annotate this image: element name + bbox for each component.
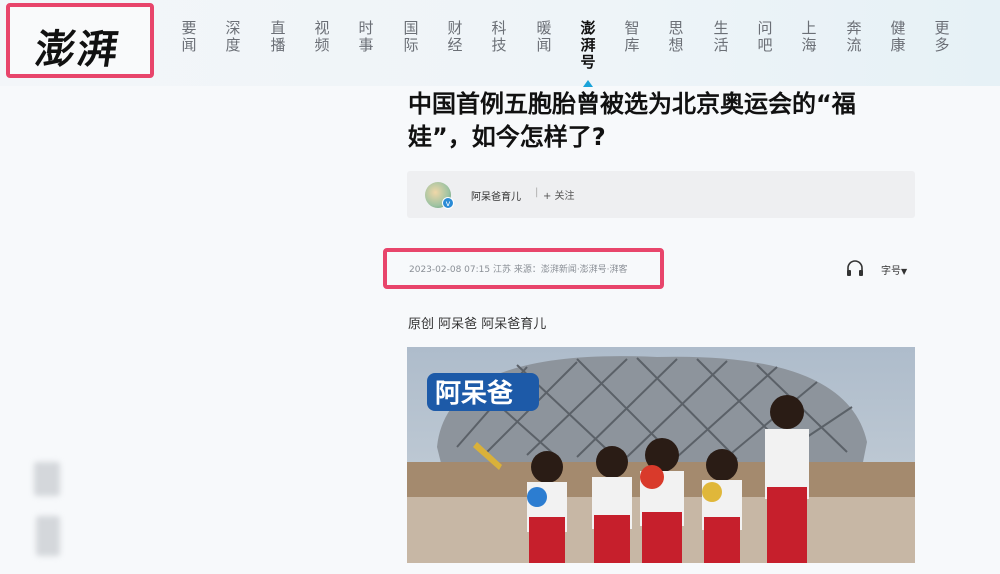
article-title: 中国首例五胞胎曾被选为北京奥运会的“福娃”，如今怎样了? <box>408 90 856 151</box>
author-card: v 阿呆爸育儿 | + 关注 <box>407 171 915 218</box>
article-meta: 2023-02-08 07:15 江苏 来源：澎湃新闻·澎湃号·湃客 <box>409 265 628 275</box>
article-image: 阿呆爸 <box>407 347 915 563</box>
highlight-box-logo: 澎湃 <box>6 3 154 78</box>
nav-item-10[interactable]: 智库 <box>623 20 641 54</box>
nav-item-11[interactable]: 思想 <box>667 20 685 54</box>
active-nav-indicator <box>583 80 593 87</box>
highlight-box-meta: 2023-02-08 07:15 江苏 来源：澎湃新闻·澎湃号·湃客 <box>383 248 664 289</box>
divider: | <box>535 187 539 198</box>
font-size-label: 字号 <box>881 266 901 277</box>
stadium-photo: 阿呆爸 <box>407 347 915 563</box>
nav-item-3[interactable]: 视频 <box>313 20 331 54</box>
font-size-selector[interactable]: 字号▼ <box>881 262 907 277</box>
nav-item-0[interactable]: 要闻 <box>180 20 198 54</box>
nav-item-12[interactable]: 生活 <box>712 20 730 54</box>
blurred-side-widget <box>32 456 68 574</box>
nav-item-8[interactable]: 暖闻 <box>535 20 553 54</box>
nav-item-6[interactable]: 财经 <box>446 20 464 54</box>
image-caption-text: 阿呆爸 <box>435 379 513 409</box>
follow-button[interactable]: + 关注 <box>543 187 575 202</box>
top-navigation-bar: 澎湃 要闻 深度 直播 视频 时事 国际 财经 科技 暖闻 澎湃号 智库 思想 生活 问吧 上海 奔流 健康 更多 <box>0 0 1000 87</box>
nav-item-15[interactable]: 奔流 <box>845 20 863 54</box>
nav-item-17[interactable]: 更多 <box>933 20 951 54</box>
verified-icon: v <box>442 197 454 209</box>
nav-item-7[interactable]: 科技 <box>490 20 508 54</box>
nav-item-14[interactable]: 上海 <box>800 20 818 54</box>
nav-item-5[interactable]: 国际 <box>402 20 420 54</box>
nav-item-2[interactable]: 直播 <box>269 20 287 54</box>
site-logo[interactable]: 澎湃 <box>32 17 124 75</box>
nav-item-9[interactable]: 澎湃号 <box>579 20 597 71</box>
article-origin-line: 原创 阿呆爸 阿呆爸育儿 <box>408 317 547 332</box>
nav-item-13[interactable]: 问吧 <box>756 20 774 54</box>
headphones-icon[interactable] <box>845 258 865 278</box>
nav-item-16[interactable]: 健康 <box>889 20 907 54</box>
author-name[interactable]: 阿呆爸育儿 <box>471 188 521 203</box>
nav-item-1[interactable]: 深度 <box>224 20 242 54</box>
caret-down-icon: ▼ <box>901 267 908 276</box>
nav-item-4[interactable]: 时事 <box>357 20 375 54</box>
